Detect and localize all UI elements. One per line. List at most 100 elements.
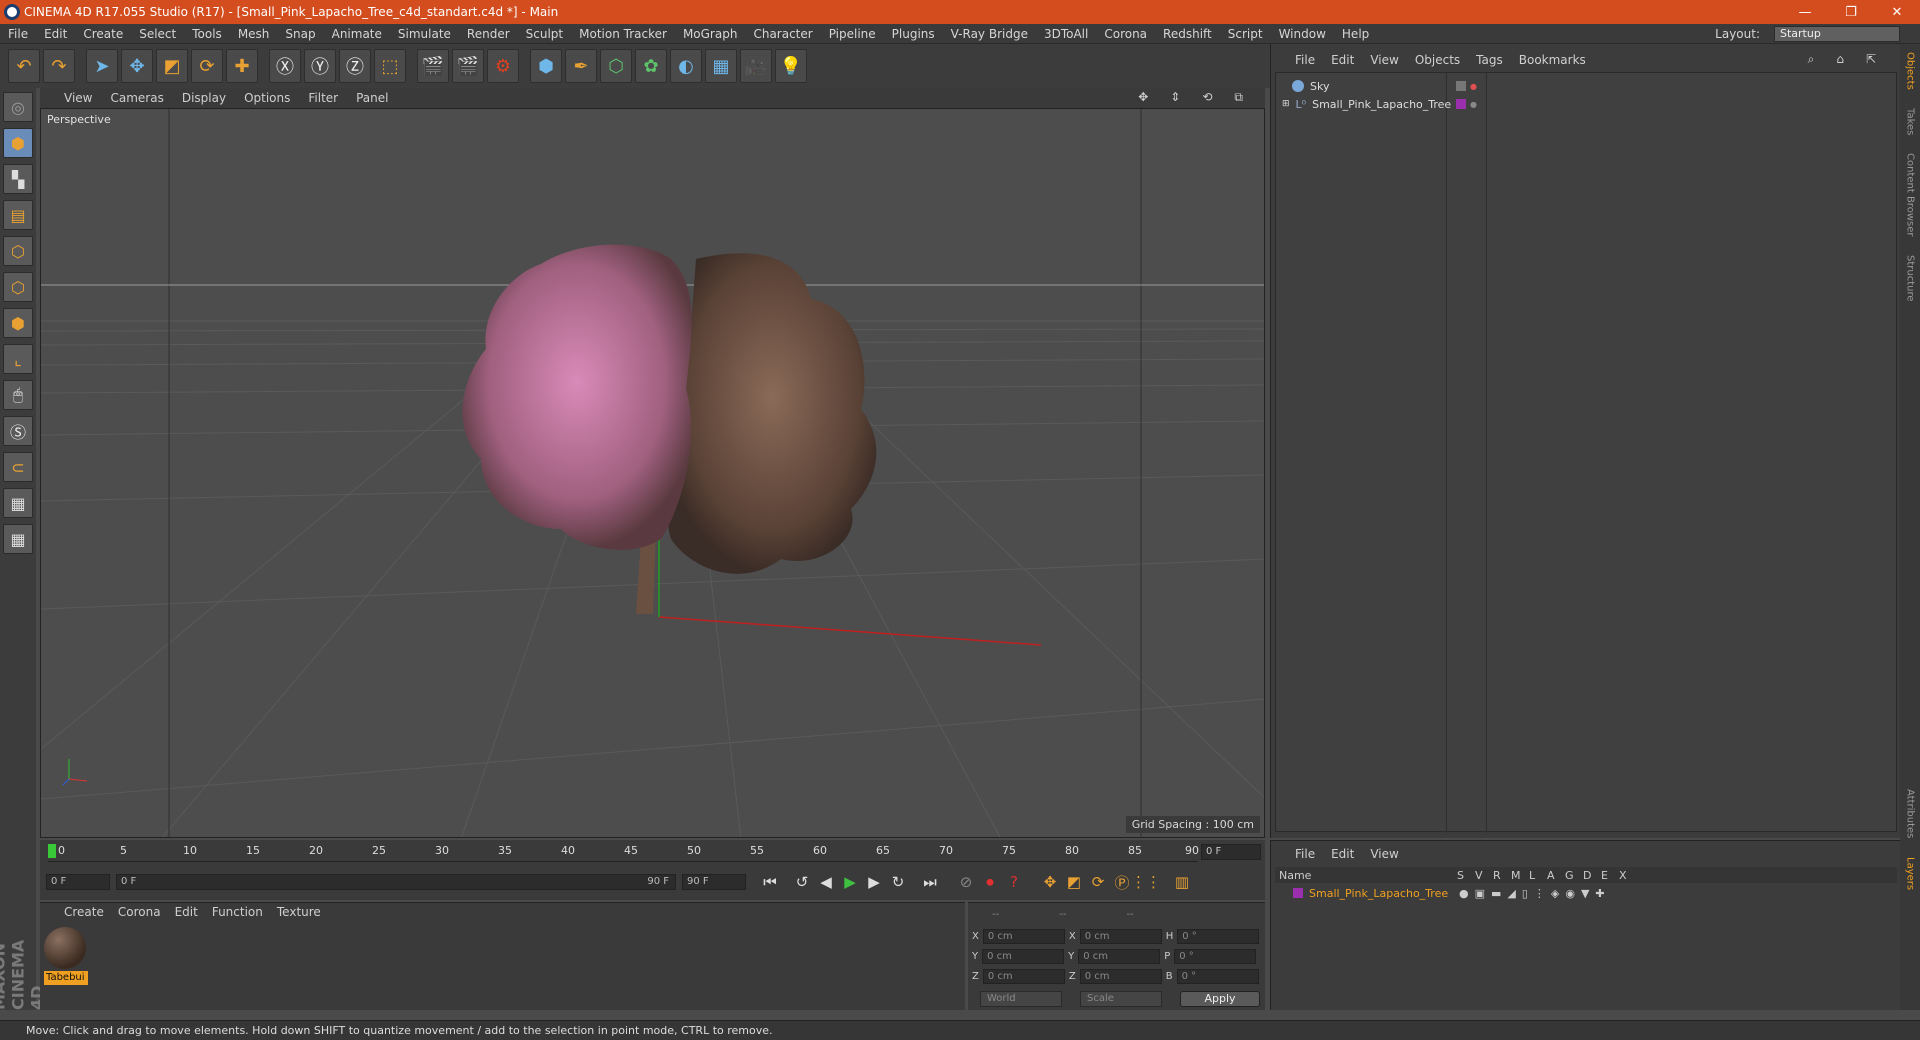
cube-object-button[interactable]: ⬢ [530, 49, 562, 83]
layer-color-icon[interactable] [1456, 99, 1466, 109]
light-object-button[interactable]: 💡 [775, 49, 807, 83]
objects-menu-objects[interactable]: Objects [1415, 53, 1460, 67]
end-frame-field[interactable]: 90 F [682, 874, 746, 890]
redo-button[interactable]: ↷ [43, 49, 75, 83]
autokey-button[interactable]: ? [1002, 871, 1026, 893]
menu-window[interactable]: Window [1271, 27, 1334, 41]
deformer-button[interactable]: ◐ [670, 49, 702, 83]
material-menu-corona[interactable]: Corona [118, 905, 161, 919]
layer-toggle-icons[interactable]: ●▣▬◢▯⋮◈◉▼✚ [1459, 887, 1611, 900]
solo-mode-button[interactable]: Ⓢ [3, 416, 33, 446]
select-tool-button[interactable]: ➤ [86, 49, 118, 83]
keyframe-selection-button[interactable]: ⊘ [954, 871, 978, 893]
next-key-button[interactable]: ↻ [886, 871, 910, 893]
coordinate-space-dropdown[interactable]: World [980, 991, 1062, 1007]
rotation-h-field[interactable]: 0 ° [1177, 929, 1260, 944]
menu-redshift[interactable]: Redshift [1155, 27, 1220, 41]
snap-button[interactable]: ⊂ [3, 452, 33, 482]
x-axis-button[interactable]: Ⓧ [269, 49, 301, 83]
tweak-mode-button[interactable]: 🖱 [3, 380, 33, 410]
menu-motion-tracker[interactable]: Motion Tracker [571, 27, 675, 41]
layers-menu-edit[interactable]: Edit [1331, 847, 1354, 861]
subdivision-surface-button[interactable]: ⬡ [600, 49, 632, 83]
layer-row[interactable]: Small_Pink_Lapacho_Tree ●▣▬◢▯⋮◈◉▼✚ [1275, 885, 1897, 901]
object-row-sky[interactable]: Sky ● [1282, 77, 1477, 95]
go-to-end-button[interactable]: ⏭ [918, 871, 942, 893]
tab-content-browser[interactable]: Content Browser [1905, 153, 1916, 236]
sky-tag-icon[interactable] [1456, 81, 1466, 91]
viewport-menu-options[interactable]: Options [244, 91, 290, 105]
material-menu-texture[interactable]: Texture [277, 905, 321, 919]
material-menu-function[interactable]: Function [212, 905, 263, 919]
planar-workplane-button[interactable]: ▦ [3, 524, 33, 554]
render-picture-viewer-button[interactable]: 🎬 [452, 49, 484, 83]
object-row-small-pink-lapacho-tree[interactable]: ⊞ L⁰ Small_Pink_Lapacho_Tree ● [1282, 95, 1477, 113]
tab-structure[interactable]: Structure [1905, 255, 1916, 302]
model-mode-button[interactable]: ⬢ [3, 128, 33, 158]
key-scale-button[interactable]: ◩ [1062, 871, 1086, 893]
next-frame-button[interactable]: ▶ [862, 871, 886, 893]
record-button[interactable]: ⏺ [978, 871, 1002, 893]
menu-script[interactable]: Script [1220, 27, 1271, 41]
objects-menu-view[interactable]: View [1370, 53, 1398, 67]
start-frame-field[interactable]: 0 F [46, 874, 110, 890]
z-axis-button[interactable]: Ⓩ [339, 49, 371, 83]
expand-panel-icon[interactable]: ⇱ [1866, 52, 1876, 67]
tab-objects[interactable]: Objects [1905, 52, 1916, 90]
undo-button[interactable]: ↶ [8, 49, 40, 83]
material-menu-create[interactable]: Create [64, 905, 104, 919]
menu-sculpt[interactable]: Sculpt [518, 27, 571, 41]
playhead-marker[interactable] [48, 844, 56, 858]
material-menu-edit[interactable]: Edit [175, 905, 198, 919]
previous-frame-button[interactable]: ◀ [814, 871, 838, 893]
key-rotation-button[interactable]: ⟳ [1086, 871, 1110, 893]
rotation-p-field[interactable]: 0 ° [1174, 949, 1257, 964]
workplane-mode-button[interactable]: ▤ [3, 200, 33, 230]
menu-vray-bridge[interactable]: V-Ray Bridge [943, 27, 1036, 41]
position-z-field[interactable]: 0 cm [982, 969, 1065, 984]
home-icon[interactable]: ⌂ [1836, 52, 1844, 67]
menu-tools[interactable]: Tools [184, 27, 230, 41]
menu-3dtoall[interactable]: 3DToAll [1036, 27, 1096, 41]
menu-help[interactable]: Help [1334, 27, 1377, 41]
menu-character[interactable]: Character [745, 27, 820, 41]
move-tool-button[interactable]: ✥ [121, 49, 153, 83]
menu-pipeline[interactable]: Pipeline [821, 27, 884, 41]
menu-render[interactable]: Render [459, 27, 518, 41]
render-settings-button[interactable]: ⚙ [487, 49, 519, 83]
viewport-menu-cameras[interactable]: Cameras [110, 91, 163, 105]
tab-takes[interactable]: Takes [1905, 108, 1916, 135]
frame-range-slider[interactable]: 0 F 90 F [116, 874, 676, 890]
points-mode-button[interactable]: ⬡ [3, 236, 33, 266]
menu-file[interactable]: File [0, 27, 36, 41]
viewport-rotate-icon[interactable]: ⟲ [1202, 90, 1212, 105]
edges-mode-button[interactable]: ⬡ [3, 272, 33, 302]
position-x-field[interactable]: 0 cm [982, 929, 1065, 944]
floor-object-button[interactable]: ▦ [705, 49, 737, 83]
viewport-zoom-icon[interactable]: ⇕ [1170, 90, 1180, 105]
visibility-dots-icon[interactable]: ● [1470, 82, 1477, 91]
size-z-field[interactable]: 0 cm [1079, 969, 1162, 984]
menu-mesh[interactable]: Mesh [230, 27, 278, 41]
material-tabebui[interactable]: Tabebui [44, 927, 88, 985]
timeline-layout-button[interactable]: ▥ [1170, 871, 1194, 893]
spline-pen-button[interactable]: ✒ [565, 49, 597, 83]
tab-attributes[interactable]: Attributes [1905, 789, 1916, 838]
cloner-button[interactable]: ✿ [635, 49, 667, 83]
y-axis-button[interactable]: Ⓨ [304, 49, 336, 83]
locked-workplane-button[interactable]: ▦ [3, 488, 33, 518]
viewport-menu-panel[interactable]: Panel [356, 91, 388, 105]
viewport-maximize-icon[interactable]: ⧉ [1234, 90, 1243, 105]
menu-plugins[interactable]: Plugins [884, 27, 943, 41]
size-y-field[interactable]: 0 cm [1078, 949, 1161, 964]
visibility-dots-icon[interactable]: ● [1470, 100, 1477, 109]
polygons-mode-button[interactable]: ⬢ [3, 308, 33, 338]
tab-layers[interactable]: Layers [1905, 857, 1916, 890]
timeline-ruler[interactable]: 0 5 10 15 20 25 30 35 40 45 50 55 60 65 … [48, 842, 1199, 862]
size-mode-dropdown[interactable]: Scale [1080, 991, 1162, 1007]
minimize-button[interactable]: — [1782, 0, 1828, 24]
search-icon[interactable]: ⌕ [1808, 52, 1815, 67]
objects-menu-bookmarks[interactable]: Bookmarks [1519, 53, 1586, 67]
key-position-button[interactable]: ✥ [1038, 871, 1062, 893]
render-view-button[interactable]: 🎬 [417, 49, 449, 83]
